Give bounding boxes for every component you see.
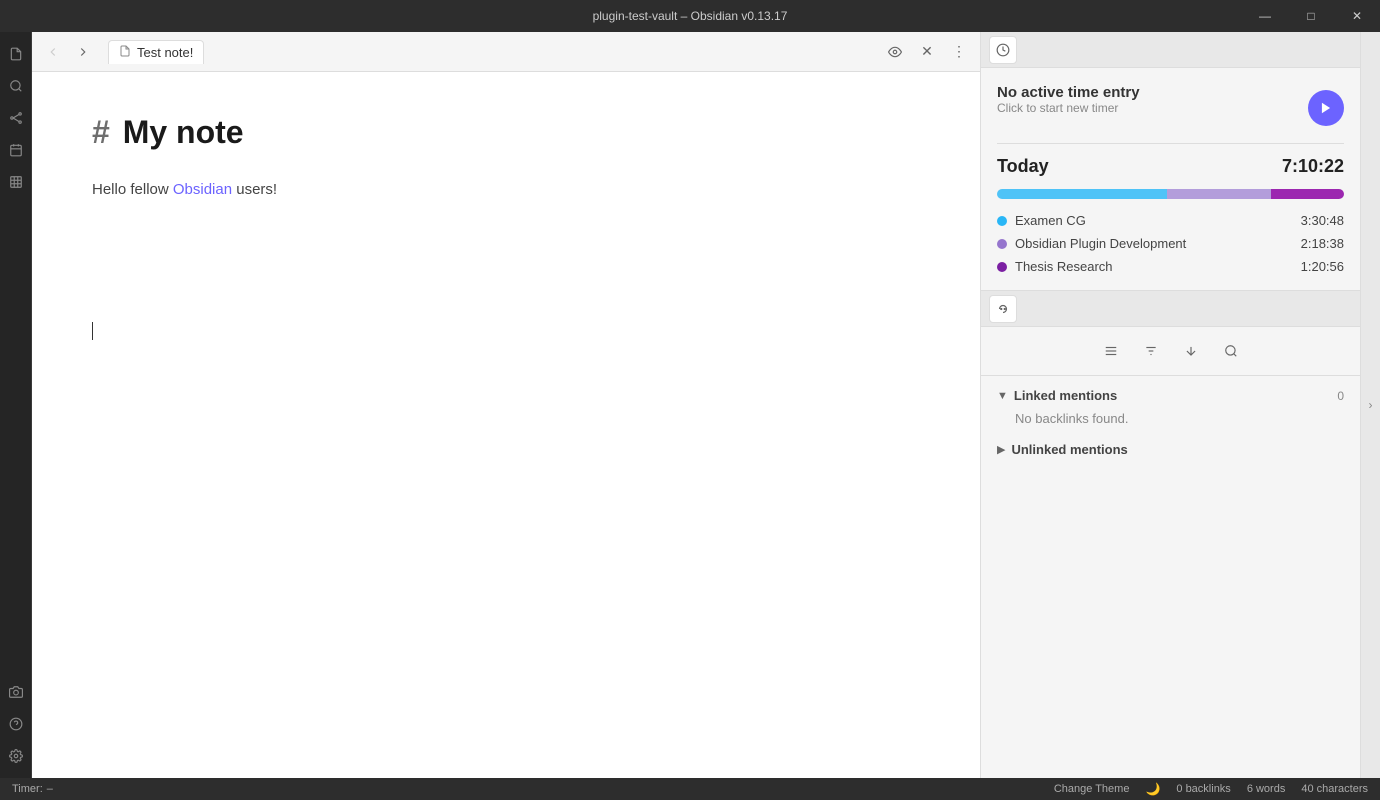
- timer-section: No active time entry Click to start new …: [981, 32, 1360, 291]
- unlinked-mentions-header[interactable]: ▶ Unlinked mentions: [997, 442, 1344, 457]
- tab-file-icon: [119, 45, 131, 60]
- word-count: 6 words: [1247, 783, 1286, 795]
- timer-tab-icon[interactable]: [989, 36, 1017, 64]
- unlinked-chevron-right-icon: ▶: [997, 443, 1005, 456]
- more-options-button[interactable]: ⋮: [946, 39, 972, 65]
- today-row: Today 7:10:22: [997, 156, 1344, 177]
- change-theme-button[interactable]: Change Theme: [1054, 783, 1130, 795]
- progress-segment-1: [997, 189, 1167, 199]
- progress-bar: [997, 189, 1344, 199]
- time-entry-1: Examen CG 3:30:48: [997, 213, 1344, 228]
- editor-wrapper: Test note! ✕ ⋮ # My note Hello fellow Ob…: [32, 32, 980, 778]
- body-text-start: Hello fellow: [92, 181, 173, 198]
- entry-name-1: Examen CG: [1015, 213, 1293, 228]
- linked-mentions-count: 0: [1337, 389, 1344, 403]
- no-active-entry: No active time entry Click to start new …: [997, 84, 1140, 131]
- heading-text: My note: [123, 114, 244, 150]
- progress-segment-3: [1271, 189, 1344, 199]
- window-title: plugin-test-vault – Obsidian v0.13.17: [593, 9, 788, 23]
- left-sidebar: [0, 32, 32, 778]
- note-tab: Test note!: [108, 40, 204, 64]
- unlinked-mentions-label: Unlinked mentions: [1011, 442, 1344, 457]
- timer-tab-bar: [981, 32, 1360, 68]
- backlinks-toolbar: [981, 327, 1360, 376]
- sidebar-item-camera[interactable]: [2, 678, 30, 706]
- sidebar-item-graph[interactable]: [2, 104, 30, 132]
- today-time: 7:10:22: [1282, 156, 1344, 177]
- entry-duration-2: 2:18:38: [1301, 236, 1344, 251]
- tab-actions: ✕ ⋮: [882, 39, 972, 65]
- entry-dot-3: [997, 262, 1007, 272]
- right-arrow-icon: ›: [1369, 398, 1373, 412]
- sidebar-item-files[interactable]: [2, 40, 30, 68]
- progress-segment-2: [1167, 189, 1271, 199]
- body-text-end: users!: [232, 181, 277, 198]
- tab-title: Test note!: [137, 45, 193, 60]
- no-active-entry-text: No active time entry: [997, 84, 1140, 101]
- no-backlinks-text: No backlinks found.: [997, 411, 1344, 426]
- note-body: Hello fellow Obsidian users!: [92, 178, 920, 202]
- linked-mentions-header[interactable]: ▼ Linked mentions 0: [997, 388, 1344, 403]
- start-timer-button[interactable]: [1308, 90, 1344, 126]
- today-label: Today: [997, 156, 1049, 177]
- timer-content: No active time entry Click to start new …: [981, 68, 1360, 290]
- sidebar-item-search[interactable]: [2, 72, 30, 100]
- timer-header: No active time entry Click to start new …: [997, 84, 1344, 131]
- click-to-start-text: Click to start new timer: [997, 101, 1140, 115]
- char-count: 40 characters: [1301, 783, 1368, 795]
- right-panel: No active time entry Click to start new …: [980, 32, 1360, 778]
- entry-dot-1: [997, 216, 1007, 226]
- backlinks-content: ▼ Linked mentions 0 No backlinks found. …: [981, 376, 1360, 778]
- obsidian-link[interactable]: Obsidian: [173, 181, 232, 198]
- title-bar: plugin-test-vault – Obsidian v0.13.17 — …: [0, 0, 1380, 32]
- linked-mentions-group: ▼ Linked mentions 0 No backlinks found.: [997, 388, 1344, 426]
- back-button[interactable]: [40, 39, 66, 65]
- backlinks-filter-button[interactable]: [1137, 337, 1165, 365]
- backlinks-sort-button[interactable]: [1177, 337, 1205, 365]
- backlinks-search-button[interactable]: [1217, 337, 1245, 365]
- linked-chevron-down-icon: ▼: [997, 390, 1008, 402]
- sidebar-item-settings[interactable]: [2, 742, 30, 770]
- main-layout: Test note! ✕ ⋮ # My note Hello fellow Ob…: [0, 32, 1380, 778]
- status-bar: Timer: – Change Theme 🌙 0 backlinks 6 wo…: [0, 778, 1380, 800]
- forward-button[interactable]: [70, 39, 96, 65]
- time-entries: Examen CG 3:30:48 Obsidian Plugin Develo…: [997, 213, 1344, 274]
- entry-name-2: Obsidian Plugin Development: [1015, 236, 1293, 251]
- maximize-button[interactable]: □: [1288, 0, 1334, 32]
- time-entry-3: Thesis Research 1:20:56: [997, 259, 1344, 274]
- entry-duration-1: 3:30:48: [1301, 213, 1344, 228]
- backlinks-section: ▼ Linked mentions 0 No backlinks found. …: [981, 291, 1360, 778]
- entry-duration-3: 1:20:56: [1301, 259, 1344, 274]
- sidebar-bottom: [2, 678, 30, 770]
- close-button[interactable]: ✕: [1334, 0, 1380, 32]
- sidebar-item-help[interactable]: [2, 710, 30, 738]
- right-arrow-panel[interactable]: ›: [1360, 32, 1380, 778]
- timer-status-label: Timer:: [12, 783, 43, 795]
- timer-status: Timer: –: [12, 783, 53, 795]
- entry-dot-2: [997, 239, 1007, 249]
- sidebar-item-calendar[interactable]: [2, 136, 30, 164]
- backlinks-count: 0 backlinks: [1176, 783, 1230, 795]
- divider: [997, 143, 1344, 144]
- note-heading: # My note: [92, 112, 920, 154]
- backlinks-tab-bar: [981, 291, 1360, 327]
- close-tab-button[interactable]: ✕: [914, 39, 940, 65]
- backlinks-tab-icon[interactable]: [989, 295, 1017, 323]
- backlinks-collapse-button[interactable]: [1097, 337, 1125, 365]
- timer-status-value: –: [47, 783, 53, 795]
- moon-icon[interactable]: 🌙: [1145, 782, 1160, 796]
- minimize-button[interactable]: —: [1242, 0, 1288, 32]
- linked-mentions-label: Linked mentions: [1014, 388, 1331, 403]
- time-entry-2: Obsidian Plugin Development 2:18:38: [997, 236, 1344, 251]
- sidebar-item-table[interactable]: [2, 168, 30, 196]
- window-controls: — □ ✕: [1242, 0, 1380, 32]
- heading-prefix: #: [92, 114, 110, 150]
- entry-name-3: Thesis Research: [1015, 259, 1293, 274]
- cursor-line: [92, 322, 920, 340]
- preview-toggle-button[interactable]: [882, 39, 908, 65]
- note-editor[interactable]: # My note Hello fellow Obsidian users!: [32, 72, 980, 778]
- text-cursor: [92, 322, 93, 340]
